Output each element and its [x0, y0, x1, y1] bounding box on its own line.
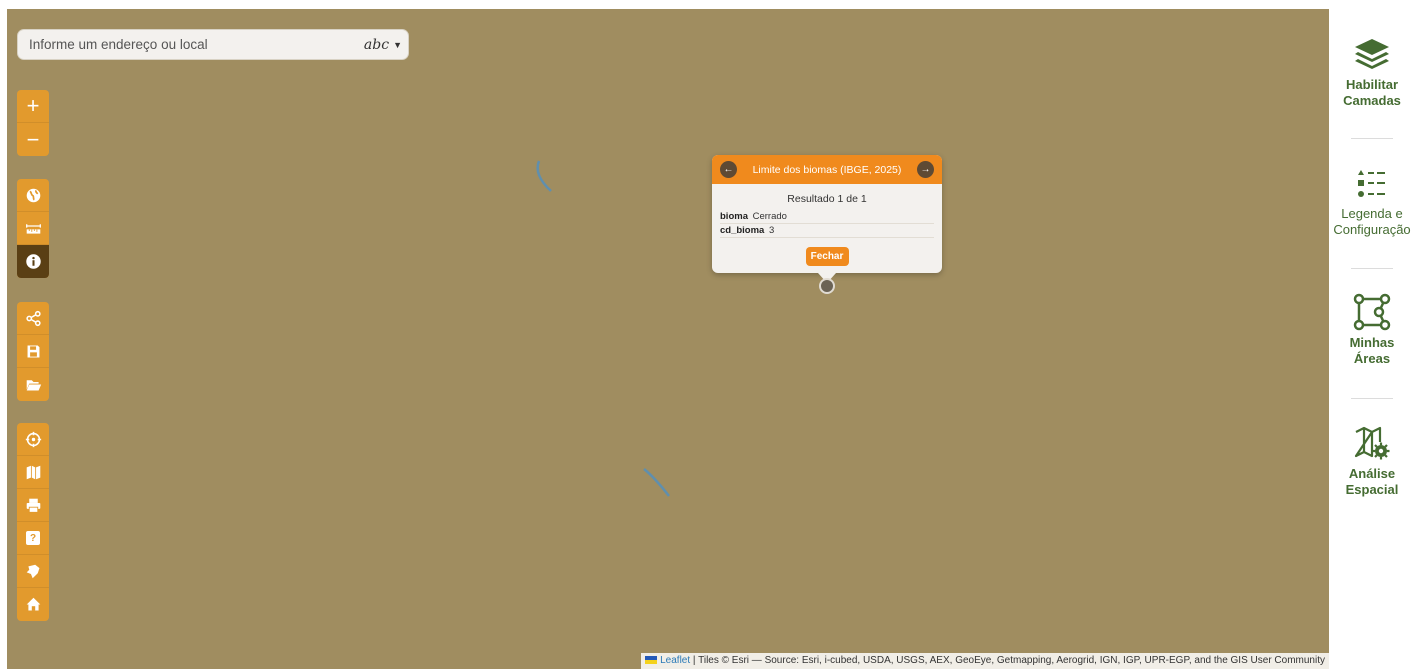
- right-side-panel: Habilitar Camadas Legenda e Configuração: [1329, 0, 1415, 669]
- chevron-down-icon: ▼: [393, 40, 402, 50]
- polygon-icon: [1353, 293, 1391, 331]
- river-segment: [536, 160, 552, 192]
- zoom-in-button[interactable]: +: [17, 90, 49, 123]
- locate-button[interactable]: [17, 423, 49, 456]
- spatial-analysis-button[interactable]: Análise Espacial: [1329, 423, 1415, 498]
- search-mode-dropdown[interactable]: abc ▼: [364, 34, 402, 56]
- tools-control: [17, 179, 49, 278]
- plus-icon: +: [26, 93, 40, 118]
- zoom-control: + −: [17, 90, 49, 156]
- file-control: [17, 302, 49, 401]
- open-button[interactable]: [17, 368, 49, 401]
- popup-result-count: Resultado 1 de 1: [787, 193, 867, 205]
- location-marker[interactable]: [819, 278, 835, 294]
- help-icon: ?: [26, 531, 40, 545]
- print-button[interactable]: [17, 489, 49, 522]
- info-icon: [25, 254, 41, 269]
- map-icon: [26, 465, 40, 479]
- field-value: 3: [769, 225, 775, 236]
- attribution-text: | Tiles © Esri — Source: Esri, i-cubed, …: [690, 655, 1325, 666]
- river-segment: [643, 468, 670, 497]
- map-attribution: Leaflet | Tiles © Esri — Source: Esri, i…: [641, 653, 1329, 669]
- arrow-right-icon[interactable]: →: [917, 161, 934, 178]
- identify-button[interactable]: [17, 245, 49, 278]
- region-button[interactable]: [17, 555, 49, 588]
- spatial-analysis-label-2: Espacial: [1345, 482, 1399, 497]
- map-gear-icon: [1354, 426, 1390, 460]
- my-areas-button[interactable]: Minhas Áreas: [1329, 292, 1415, 367]
- my-areas-label-2: Áreas: [1353, 351, 1391, 366]
- map-canvas[interactable]: abc ▼ + −: [7, 9, 1329, 669]
- my-areas-label-1: Minhas: [1349, 335, 1395, 350]
- share-icon: [25, 310, 41, 326]
- panel-divider: [1351, 398, 1393, 399]
- popup-field-row: cd_bioma 3: [720, 224, 934, 238]
- help-button[interactable]: ?: [17, 522, 49, 555]
- popup-title: Limite dos biomas (IBGE, 2025): [752, 163, 902, 176]
- legend-config-label-1: Legenda e: [1341, 206, 1403, 221]
- basemap-button[interactable]: [17, 179, 49, 212]
- ukraine-flag-icon: [645, 656, 658, 664]
- address-search[interactable]: abc ▼: [17, 29, 409, 60]
- spatial-analysis-label-1: Análise: [1348, 466, 1396, 481]
- enable-layers-button[interactable]: Habilitar Camadas: [1329, 34, 1415, 109]
- identify-popup: ← Limite dos biomas (IBGE, 2025) → Resul…: [712, 155, 942, 283]
- misc-control: ?: [17, 423, 49, 621]
- save-icon: [27, 345, 39, 357]
- zoom-out-button[interactable]: −: [17, 123, 49, 156]
- search-input[interactable]: [18, 30, 354, 59]
- popup-close-button[interactable]: Fechar: [805, 247, 849, 266]
- share-button[interactable]: [17, 302, 49, 335]
- field-value: Cerrado: [752, 211, 787, 222]
- search-mode-label: abc: [363, 37, 390, 53]
- field-key: bioma: [720, 211, 748, 222]
- ruler-icon: [25, 223, 41, 234]
- locate-icon: [25, 431, 41, 447]
- folder-open-icon: [26, 380, 41, 391]
- print-icon: [26, 498, 40, 513]
- popup-header: ← Limite dos biomas (IBGE, 2025) →: [712, 155, 942, 184]
- arrow-left-icon[interactable]: ←: [720, 161, 737, 178]
- map-view-button[interactable]: [17, 456, 49, 489]
- panel-divider: [1351, 268, 1393, 269]
- enable-layers-label-1: Habilitar: [1345, 77, 1398, 92]
- popup-field-row: bioma Cerrado: [720, 210, 934, 224]
- measure-button[interactable]: [17, 212, 49, 245]
- legend-config-label-2: Configuração: [1333, 222, 1411, 237]
- legend-icon: [1358, 170, 1385, 197]
- map-river-features: [536, 160, 670, 497]
- leaflet-link[interactable]: Leaflet: [660, 655, 690, 666]
- panel-divider: [1351, 138, 1393, 139]
- save-button[interactable]: [17, 335, 49, 368]
- globe-icon: [26, 188, 40, 202]
- legend-config-button[interactable]: Legenda e Configuração: [1329, 163, 1415, 238]
- field-key: cd_bioma: [720, 225, 765, 236]
- home-button[interactable]: [17, 588, 49, 621]
- home-icon: [26, 597, 40, 611]
- minus-icon: −: [26, 126, 40, 152]
- enable-layers-label-2: Camadas: [1343, 93, 1401, 108]
- region-icon: [26, 564, 39, 578]
- layers-icon: [1355, 39, 1389, 69]
